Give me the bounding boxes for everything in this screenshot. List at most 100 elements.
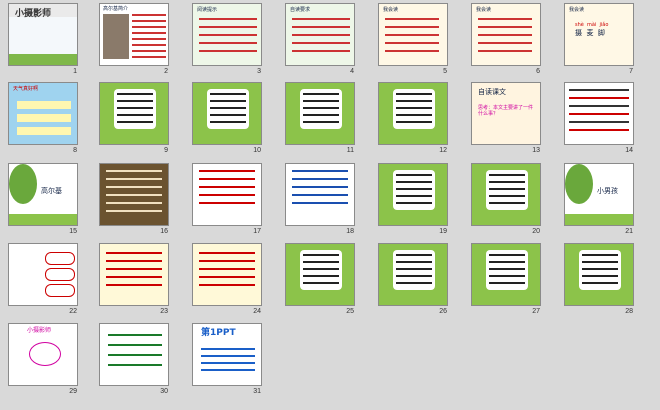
slide-thumbnail-30[interactable]: 30 xyxy=(92,321,174,401)
slide-preview[interactable] xyxy=(285,82,355,145)
slide-preview[interactable] xyxy=(378,163,448,226)
slide-thumbnail-4[interactable]: 自读要求 4 xyxy=(278,1,360,81)
slide-preview[interactable] xyxy=(192,82,262,145)
text-line xyxy=(199,194,255,196)
slide-preview[interactable] xyxy=(99,323,169,386)
slide-thumbnail-10[interactable]: 10 xyxy=(185,80,267,160)
slide-thumbnail-19[interactable]: 19 xyxy=(371,161,453,241)
slide-thumbnail-23[interactable]: 23 xyxy=(92,241,174,321)
slide-thumbnail-28[interactable]: 28 xyxy=(557,241,639,321)
slide-preview[interactable]: 高尔基简介 xyxy=(99,3,169,66)
slide-thumbnail-13[interactable]: 自读课文 思考：本文主要讲了一件什么事？ 13 xyxy=(464,80,546,160)
slide-heading: 小男孩 xyxy=(597,187,618,195)
text-line xyxy=(396,114,432,116)
text-line xyxy=(292,186,348,188)
text-line xyxy=(117,114,153,116)
slide-preview[interactable] xyxy=(471,243,541,306)
slide-thumbnail-22[interactable]: 22 xyxy=(1,241,83,321)
phrase-box xyxy=(17,101,71,109)
slide-preview[interactable] xyxy=(99,82,169,145)
text-line xyxy=(106,202,162,204)
slide-preview[interactable]: 第1PPT xyxy=(192,323,262,386)
slide-thumbnail-21[interactable]: 小男孩 21 xyxy=(557,161,639,241)
text-line xyxy=(396,261,432,263)
tree-illustration xyxy=(9,164,37,204)
slide-thumbnail-6[interactable]: 我会读 6 xyxy=(464,1,546,81)
text-line xyxy=(489,195,525,197)
text-line xyxy=(106,178,162,180)
grass-decoration xyxy=(9,214,77,225)
slide-preview[interactable]: 小摄影师 xyxy=(8,323,78,386)
slide-thumbnail-16[interactable]: 16 xyxy=(92,161,174,241)
text-line xyxy=(108,364,162,366)
slide-preview[interactable] xyxy=(564,82,634,145)
slide-preview[interactable]: 我会读 xyxy=(378,3,448,66)
slide-thumbnail-1[interactable]: 小摄影师 1 xyxy=(1,1,83,81)
slide-number: 6 xyxy=(536,68,540,75)
slide-thumbnail-5[interactable]: 我会读 5 xyxy=(371,1,453,81)
slide-preview[interactable]: 阅读提示 xyxy=(192,3,262,66)
slide-thumbnail-3[interactable]: 阅读提示 3 xyxy=(185,1,267,81)
slide-number: 21 xyxy=(625,228,633,235)
slide-preview[interactable] xyxy=(285,163,355,226)
slide-preview[interactable] xyxy=(378,243,448,306)
slide-preview[interactable] xyxy=(564,243,634,306)
text-line xyxy=(199,42,257,44)
text-line xyxy=(199,178,255,180)
slide-preview[interactable] xyxy=(192,243,262,306)
text-panel xyxy=(300,250,342,290)
text-line xyxy=(106,260,162,262)
slide-preview[interactable] xyxy=(192,163,262,226)
slide-number: 23 xyxy=(160,308,168,315)
slide-number: 16 xyxy=(160,228,168,235)
slide-preview[interactable]: 自读要求 xyxy=(285,3,355,66)
slide-number: 26 xyxy=(439,308,447,315)
text-line xyxy=(132,32,166,34)
slide-thumbnail-27[interactable]: 27 xyxy=(464,241,546,321)
slide-preview[interactable]: 高尔基 xyxy=(8,163,78,226)
text-panel xyxy=(393,89,435,129)
slide-preview[interactable] xyxy=(378,82,448,145)
slide-preview[interactable] xyxy=(471,163,541,226)
text-line xyxy=(478,18,532,20)
slide-number: 18 xyxy=(346,228,354,235)
slide-preview[interactable]: 小摄影师 xyxy=(8,3,78,66)
text-line xyxy=(201,362,255,364)
slide-thumbnail-24[interactable]: 24 xyxy=(185,241,267,321)
slide-thumbnail-9[interactable]: 9 xyxy=(92,80,174,160)
slide-thumbnail-31[interactable]: 第1PPT 31 xyxy=(185,321,267,401)
slide-preview[interactable] xyxy=(99,163,169,226)
text-line xyxy=(199,284,255,286)
slide-thumbnail-29[interactable]: 小摄影师 29 xyxy=(1,321,83,401)
text-line xyxy=(569,89,629,91)
slide-thumbnail-25[interactable]: 25 xyxy=(278,241,360,321)
text-line xyxy=(132,56,166,58)
slide-thumbnail-14[interactable]: 14 xyxy=(557,80,639,160)
slide-preview[interactable] xyxy=(99,243,169,306)
text-line xyxy=(396,181,432,183)
text-panel xyxy=(393,250,435,290)
slide-thumbnail-11[interactable]: 11 xyxy=(278,80,360,160)
slide-preview[interactable]: 我会读 xyxy=(471,3,541,66)
slide-number: 1 xyxy=(73,68,77,75)
slide-preview[interactable]: 小男孩 xyxy=(564,163,634,226)
text-line xyxy=(569,129,629,131)
slide-preview[interactable]: 天气真好啊 xyxy=(8,82,78,145)
text-line xyxy=(489,282,525,284)
text-line xyxy=(489,202,525,204)
slide-thumbnail-17[interactable]: 17 xyxy=(185,161,267,241)
slide-number: 24 xyxy=(253,308,261,315)
slide-preview[interactable] xyxy=(285,243,355,306)
text-line xyxy=(106,210,162,212)
slide-thumbnail-26[interactable]: 26 xyxy=(371,241,453,321)
slide-thumbnail-7[interactable]: 我会读 shè mài jiǎo 摄 麦 脚 7 xyxy=(557,1,639,81)
slide-thumbnail-18[interactable]: 18 xyxy=(278,161,360,241)
slide-preview[interactable]: 自读课文 思考：本文主要讲了一件什么事？ xyxy=(471,82,541,145)
slide-preview[interactable]: 我会读 shè mài jiǎo 摄 麦 脚 xyxy=(564,3,634,66)
slide-thumbnail-12[interactable]: 12 xyxy=(371,80,453,160)
slide-thumbnail-8[interactable]: 天气真好啊 8 xyxy=(1,80,83,160)
slide-preview[interactable] xyxy=(8,243,78,306)
slide-thumbnail-2[interactable]: 高尔基简介 2 xyxy=(92,1,174,81)
slide-thumbnail-20[interactable]: 20 xyxy=(464,161,546,241)
slide-thumbnail-15[interactable]: 高尔基 15 xyxy=(1,161,83,241)
